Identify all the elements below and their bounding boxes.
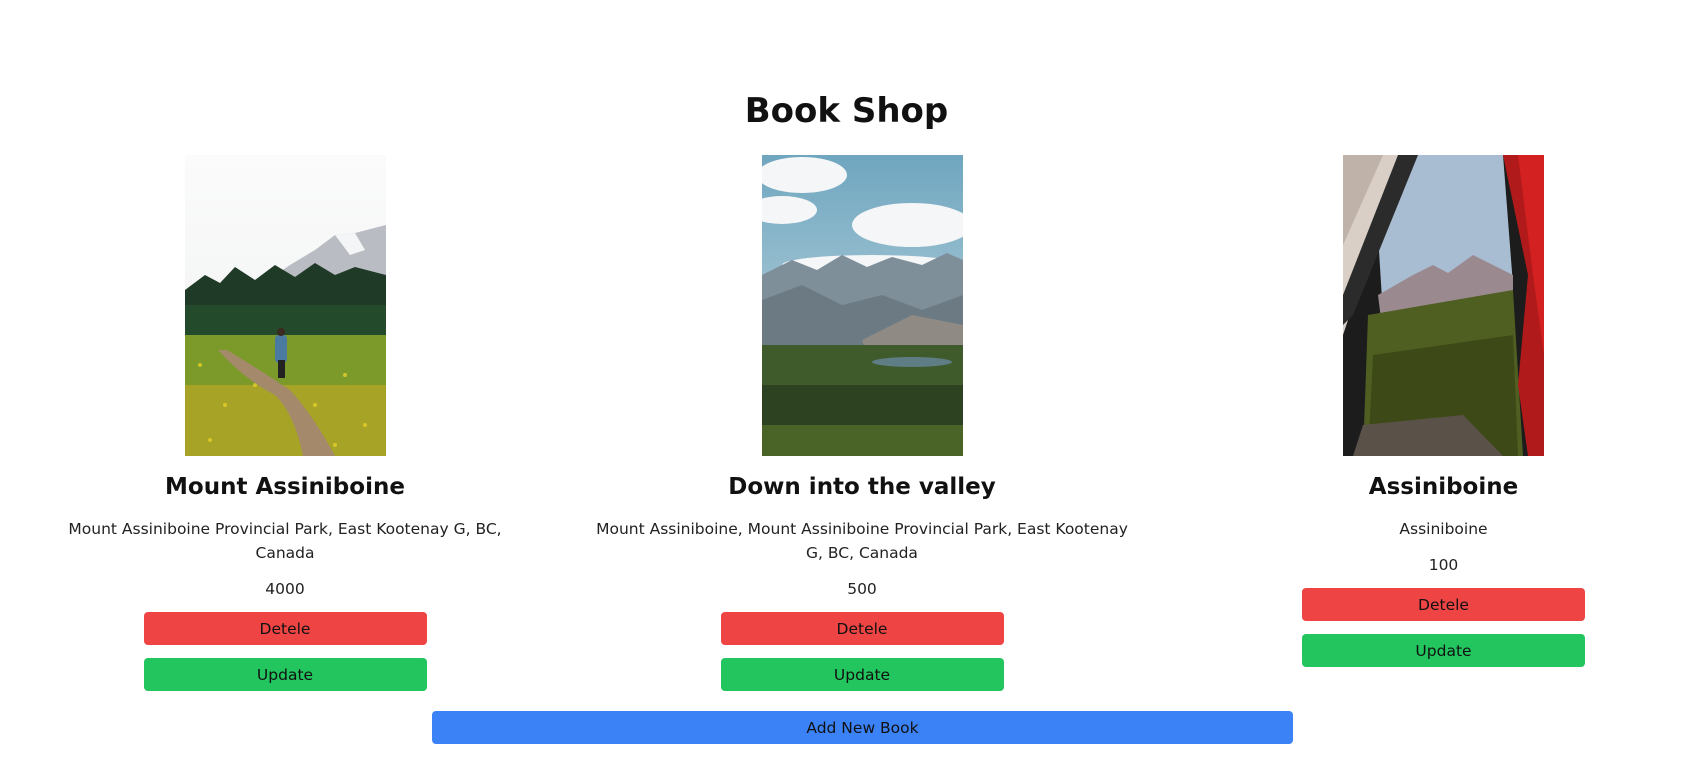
book-cover-image — [1343, 155, 1544, 456]
delete-button[interactable]: Detele — [1302, 588, 1585, 622]
book-cover-image — [761, 155, 963, 456]
book-card: Assiniboine Assiniboine 100 Detele Updat… — [1212, 155, 1675, 668]
book-cover-image — [184, 155, 386, 456]
delete-button[interactable]: Detele — [143, 612, 427, 646]
add-new-book-button[interactable]: Add New Book — [432, 711, 1293, 744]
update-button[interactable]: Update — [1302, 634, 1585, 668]
book-price: 500 — [847, 580, 877, 599]
delete-button[interactable]: Detele — [720, 612, 1004, 646]
tent-view-image — [1343, 155, 1544, 456]
book-card: Mount Assiniboine Mount Assiniboine Prov… — [40, 155, 530, 692]
update-button[interactable]: Update — [720, 658, 1004, 692]
book-title: Down into the valley — [728, 474, 996, 500]
hiker-meadow-image — [184, 155, 386, 456]
mountain-valley-image — [761, 155, 963, 456]
book-description: Mount Assiniboine, Mount Assiniboine Pro… — [596, 520, 1128, 563]
page-title: Book Shop — [744, 91, 949, 131]
book-description: Assiniboine — [1399, 520, 1488, 539]
book-price: 4000 — [265, 580, 305, 599]
book-price: 100 — [1428, 556, 1459, 575]
book-title: Assiniboine — [1368, 474, 1519, 500]
book-title: Mount Assiniboine — [165, 474, 405, 500]
book-description: Mount Assiniboine Provincial Park, East … — [68, 520, 502, 563]
book-card: Down into the valley Mount Assiniboine, … — [592, 155, 1132, 692]
update-button[interactable]: Update — [143, 658, 427, 692]
